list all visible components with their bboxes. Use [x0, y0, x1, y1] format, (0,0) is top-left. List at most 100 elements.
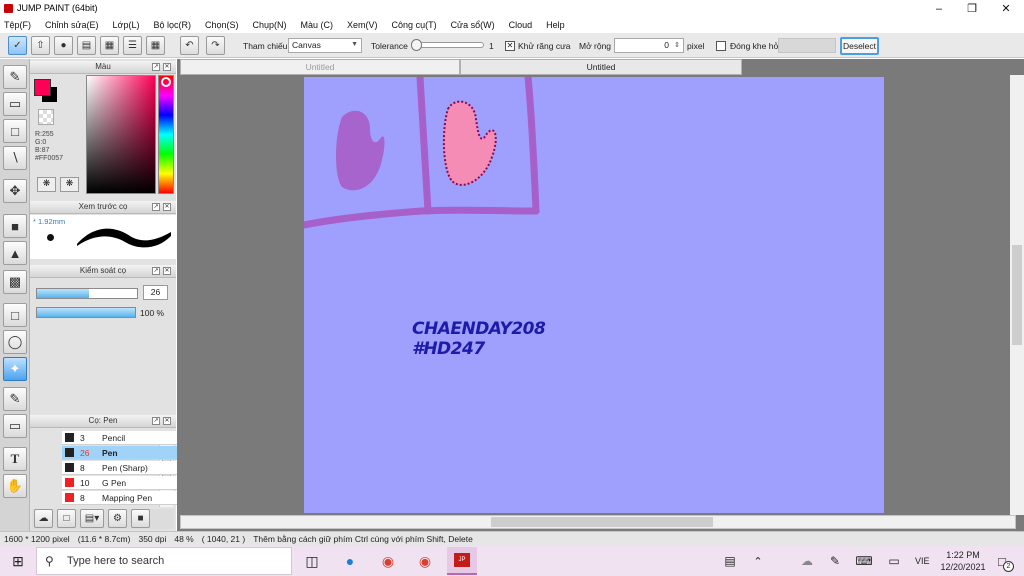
- magic-wand-tool-icon[interactable]: ✦: [3, 357, 27, 381]
- g-value: G:0: [35, 139, 47, 146]
- move-tool-icon[interactable]: ✥: [3, 179, 27, 203]
- document-icon[interactable]: ▦: [100, 36, 119, 55]
- notification-count-badge: 2: [1003, 561, 1014, 572]
- expand-input[interactable]: 0 ⇕: [614, 38, 684, 53]
- edge-browser-icon[interactable]: ●: [338, 550, 362, 572]
- fill-rect-tool-icon[interactable]: ■: [3, 214, 27, 238]
- brush-opacity-slider[interactable]: [36, 307, 136, 318]
- menu-file[interactable]: Tệp(F): [4, 20, 31, 30]
- reference-select[interactable]: Canvas ▼: [288, 38, 362, 53]
- brush-item[interactable]: 10 G Pen: [62, 476, 188, 490]
- panel-close-icon[interactable]: ✕: [163, 203, 171, 211]
- tab-untitled-1[interactable]: Untitled: [180, 59, 460, 75]
- cloud-icon[interactable]: ☁: [795, 550, 819, 572]
- keyboard-icon[interactable]: ⌨: [852, 550, 876, 572]
- text-tool-icon[interactable]: T: [3, 447, 27, 471]
- color-wheel-icon[interactable]: ❋: [37, 177, 56, 192]
- brush-item[interactable]: 26Pen⚙: [62, 446, 188, 460]
- menu-tools[interactable]: Công cụ(T): [392, 20, 437, 30]
- close-gap-slider[interactable]: [778, 38, 836, 53]
- tab-untitled-2[interactable]: Untitled: [460, 59, 742, 75]
- close-icon[interactable]: ✕: [989, 0, 1023, 17]
- foreground-color-fill[interactable]: [34, 79, 51, 96]
- horizontal-scrollbar[interactable]: [180, 515, 1016, 529]
- menu-edit[interactable]: Chỉnh sửa(E): [45, 20, 99, 30]
- transparent-color-swatch[interactable]: [38, 109, 54, 125]
- menu-capture[interactable]: Chụp(N): [253, 20, 287, 30]
- eyedropper-tool-icon[interactable]: ∖: [3, 146, 27, 170]
- panel-float-icon[interactable]: ↗: [152, 203, 160, 211]
- task-view-icon[interactable]: ◫: [300, 550, 324, 572]
- windows-start-icon[interactable]: ⊞: [6, 550, 30, 572]
- grid-icon[interactable]: ▦: [146, 36, 165, 55]
- gradient-tool-icon[interactable]: ▩: [3, 270, 27, 294]
- chrome-icon[interactable]: ◉: [376, 550, 400, 572]
- clock[interactable]: 1:22 PM 12/20/2021: [938, 549, 988, 573]
- hand-tool-icon[interactable]: ✋: [3, 474, 27, 498]
- panel-close-icon[interactable]: ✕: [163, 417, 171, 425]
- hue-slider[interactable]: [158, 75, 174, 194]
- tolerance-slider-handle[interactable]: [411, 39, 422, 51]
- taskbar-search[interactable]: ⚲ Type here to search: [36, 547, 292, 575]
- drawing-canvas[interactable]: CHAENDAY208 #HD247: [304, 77, 884, 513]
- list-icon[interactable]: ☰: [123, 36, 142, 55]
- select-pen-tool-icon[interactable]: ✎: [3, 387, 27, 411]
- brush-size-slider[interactable]: [36, 288, 138, 299]
- panel-float-icon[interactable]: ↗: [152, 417, 160, 425]
- select-eraser-tool-icon[interactable]: ▭: [3, 414, 27, 438]
- language-indicator[interactable]: VIE: [915, 556, 930, 566]
- rectangle-tool-icon[interactable]: □: [3, 119, 27, 143]
- pen-tool-icon[interactable]: ✎: [3, 65, 27, 89]
- rect-select-tool-icon[interactable]: □: [3, 303, 27, 327]
- brush-size-input[interactable]: 26: [143, 285, 168, 300]
- menu-window[interactable]: Cửa sổ(W): [451, 20, 495, 30]
- brush-item[interactable]: 3 Pencil: [62, 431, 188, 445]
- tolerance-slider[interactable]: [411, 39, 484, 51]
- menu-cloud[interactable]: Cloud: [509, 20, 533, 30]
- chevron-up-icon[interactable]: ⌃: [746, 550, 770, 572]
- hex-value: #FF0057: [35, 155, 64, 162]
- pen-icon[interactable]: ✎: [823, 550, 847, 572]
- brush-item[interactable]: 8 Mapping Pen: [62, 491, 188, 505]
- comment-icon[interactable]: ●: [54, 36, 73, 55]
- message-icon[interactable]: ▤: [77, 36, 96, 55]
- deselect-button[interactable]: Deselect: [840, 37, 879, 55]
- redo-icon[interactable]: ↷: [206, 36, 225, 55]
- brush-settings-icon[interactable]: ⚙: [108, 509, 127, 528]
- brush-item[interactable]: 8 Pen (Sharp): [62, 461, 188, 475]
- undo-icon[interactable]: ↶: [180, 36, 199, 55]
- menu-select[interactable]: Chọn(S): [205, 20, 239, 30]
- panel-float-icon[interactable]: ↗: [152, 267, 160, 275]
- lasso-tool-icon[interactable]: ◯: [3, 330, 27, 354]
- vertical-scroll-thumb[interactable]: [1012, 245, 1022, 345]
- brush-folder-icon[interactable]: ■: [131, 509, 150, 528]
- brush-cloud-icon[interactable]: ☁: [34, 509, 53, 528]
- bucket-tool-icon[interactable]: ▲: [3, 241, 27, 265]
- dashboard-icon[interactable]: ▤: [718, 550, 742, 572]
- vertical-scrollbar[interactable]: [1010, 75, 1024, 515]
- menu-help[interactable]: Help: [546, 20, 565, 30]
- menu-layer[interactable]: Lớp(L): [113, 20, 140, 30]
- panel-float-icon[interactable]: ↗: [152, 63, 160, 71]
- menu-color[interactable]: Màu (C): [301, 20, 334, 30]
- horizontal-scroll-thumb[interactable]: [491, 517, 713, 527]
- jump-paint-taskbar-button[interactable]: JP: [447, 547, 477, 575]
- panel-close-icon[interactable]: ✕: [163, 267, 171, 275]
- eraser-tool-icon[interactable]: ▭: [3, 92, 27, 116]
- menu-filter[interactable]: Bộ lọc(R): [153, 20, 191, 30]
- color-saturation-field[interactable]: [86, 75, 156, 194]
- close-gap-checkbox[interactable]: [716, 41, 726, 51]
- share-icon[interactable]: ⇧: [31, 36, 50, 55]
- antialias-checkbox[interactable]: ✕: [505, 41, 515, 51]
- new-brush-icon[interactable]: □: [57, 509, 76, 528]
- restore-icon[interactable]: ❐: [955, 0, 989, 17]
- minimize-icon[interactable]: –: [922, 0, 956, 17]
- menu-view[interactable]: Xem(V): [347, 20, 378, 30]
- display-icon[interactable]: ▭: [882, 550, 906, 572]
- color-picker-icon[interactable]: ❋: [60, 177, 79, 192]
- chrome-profile-icon[interactable]: ◉: [413, 550, 437, 572]
- panel-close-icon[interactable]: ✕: [163, 63, 171, 71]
- cloud-sync-icon[interactable]: ✓: [8, 36, 27, 55]
- brush-menu-icon[interactable]: ▤▾: [80, 509, 104, 528]
- hue-slider-handle[interactable]: [161, 77, 171, 87]
